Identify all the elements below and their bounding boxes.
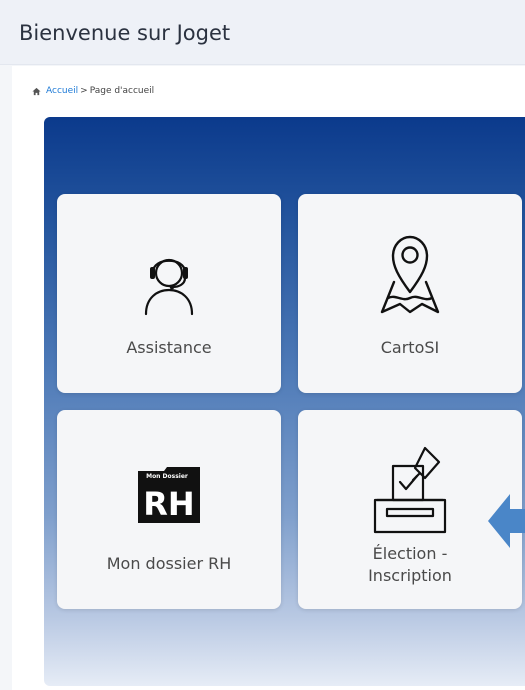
page-title: Bienvenue sur Joget [19,21,231,45]
top-header: Bienvenue sur Joget [0,0,525,65]
hr-icon-small-text: Mon Dossier [146,473,188,480]
breadcrumb-separator: > [80,86,88,96]
tile-label-line2: Inscription [368,566,452,585]
headset-support-icon [144,258,194,316]
breadcrumb-home-link[interactable]: Accueil [46,86,78,96]
ballot-box-icon [373,446,447,534]
tile-label-cartosi: CartoSI [380,338,440,357]
app-launcher-banner: Assistance CartoSI Mon Dossier RH Mon do… [44,117,525,686]
breadcrumb-current: Page d'accueil [89,86,155,96]
tile-assistance[interactable]: Assistance [57,194,281,393]
hr-icon-big-text: RH [143,485,194,523]
tile-label-assistance: Assistance [126,338,212,357]
breadcrumb: Accueil > Page d'accueil [32,86,154,96]
page: Bienvenue sur Joget Accueil > Page d'acc… [0,0,525,690]
hr-dossier-icon: Mon Dossier RH [138,467,200,523]
tile-label-mon-dossier-rh: Mon dossier RH [106,554,232,573]
tile-mon-dossier-rh[interactable]: Mon Dossier RH Mon dossier RH [57,410,281,609]
tile-cartosi[interactable]: CartoSI [298,194,522,393]
arrow-left-icon[interactable] [486,488,525,554]
home-icon [32,87,41,95]
map-pin-icon [380,235,440,314]
